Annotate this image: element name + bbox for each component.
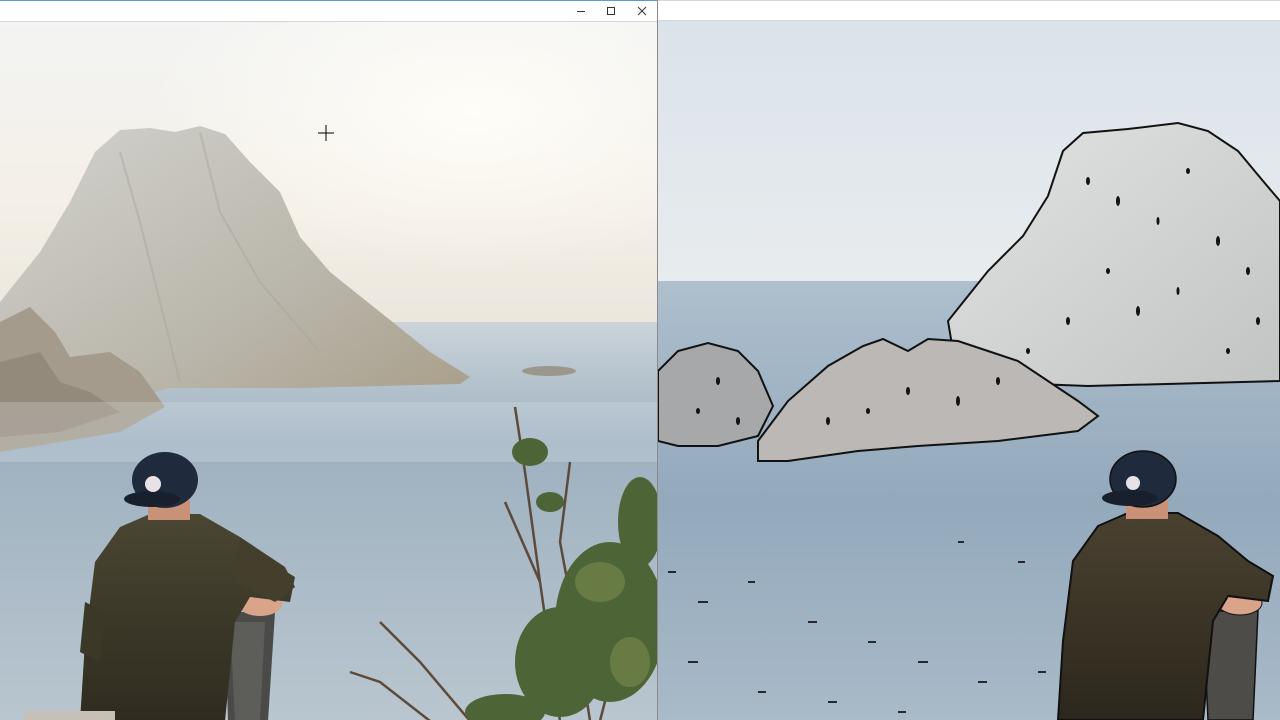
minimize-button[interactable] [566,1,596,21]
original-photo[interactable] [0,22,657,720]
original-photo-canvas [0,22,657,720]
close-button[interactable] [627,1,657,21]
maximize-icon [607,7,615,15]
right-window-titlebar[interactable] [658,0,1280,21]
cartoon-photo[interactable] [658,21,1280,720]
maximize-button[interactable] [596,1,626,21]
minimize-icon [577,11,585,12]
cartoon-photo-canvas [658,21,1280,720]
original-image-window[interactable] [0,0,657,720]
close-icon [637,6,647,16]
filtered-image-window[interactable] [658,0,1280,720]
left-window-titlebar[interactable] [0,1,657,22]
